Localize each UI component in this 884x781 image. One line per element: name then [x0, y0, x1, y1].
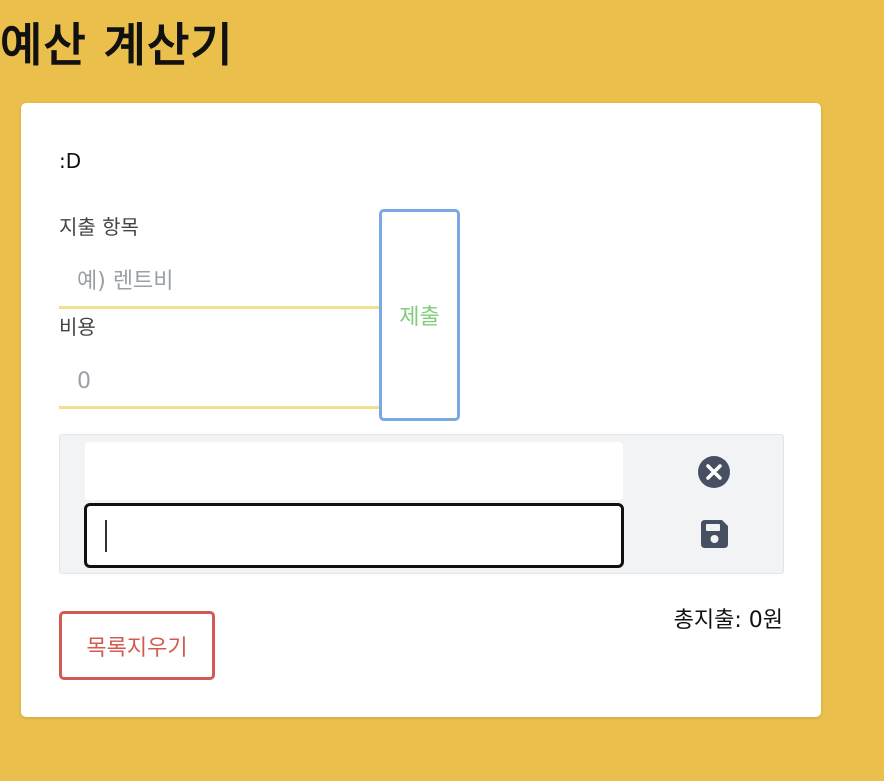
alert-message: :D	[59, 149, 82, 173]
expense-item-input[interactable]	[59, 257, 379, 309]
expense-list-item	[59, 434, 784, 574]
expense-item-label: 지출 항목	[59, 215, 139, 239]
text-cursor	[105, 520, 107, 552]
clear-list-button[interactable]: 목록지우기	[59, 611, 215, 680]
expense-item-name	[85, 442, 623, 500]
save-icon[interactable]	[696, 516, 732, 552]
x-circle-icon[interactable]	[696, 454, 732, 490]
total-expense: 총지출: 0원	[673, 608, 783, 633]
submit-button[interactable]: 제출	[379, 209, 460, 421]
cost-input[interactable]	[59, 357, 379, 409]
cost-label: 비용	[59, 315, 96, 339]
expense-item-edit-input[interactable]	[84, 503, 624, 568]
budget-card: :D 지출 항목 비용 제출 목록지우기 총지출: 0원	[21, 103, 821, 717]
page-title: 예산 계산기	[0, 18, 234, 72]
